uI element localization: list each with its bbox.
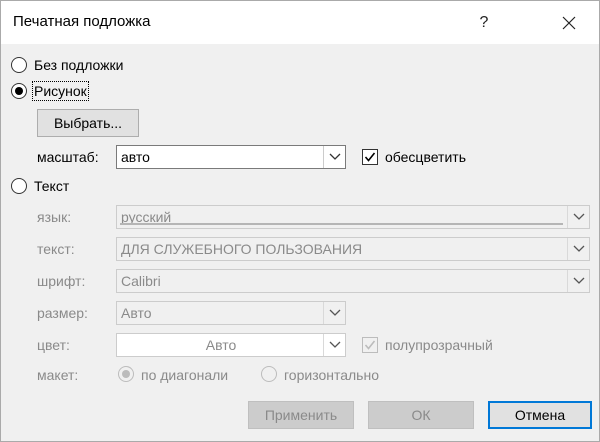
diagonal-layout-label[interactable]: по диагонали [141,367,228,383]
dialog-title: Печатная подложка [13,13,151,30]
size-value: Авто [121,305,152,321]
text-value: ДЛЯ СЛУЖЕБНОГО ПОЛЬЗОВАНИЯ [121,241,363,257]
language-combobox[interactable]: русский [116,205,590,229]
ok-button[interactable]: ОК [368,401,474,429]
select-picture-button[interactable]: Выбрать... [37,109,139,137]
layout-label: макет: [37,367,79,383]
font-combobox[interactable]: Calibri [116,269,590,293]
no-watermark-label[interactable]: Без подложки [34,57,123,73]
washout-checkbox[interactable] [362,149,378,165]
chevron-down-icon[interactable] [567,270,589,292]
text-label: текст: [37,241,75,257]
help-icon[interactable]: ? [461,1,507,44]
chevron-down-icon[interactable] [323,302,345,324]
chevron-down-icon[interactable] [567,238,589,260]
horizontal-layout-label[interactable]: горизонтально [284,367,379,383]
text-watermark-label[interactable]: Текст [34,178,69,194]
size-label: размер: [37,305,88,321]
title-bar: Печатная подложка ? [1,1,599,44]
color-value: Авто [205,337,237,353]
size-combobox[interactable]: Авто [116,301,346,325]
text-watermark-radio[interactable] [11,178,27,194]
language-label: язык: [37,209,72,225]
apply-button[interactable]: Применить [248,401,354,429]
semitransparent-checkbox[interactable] [362,337,378,353]
chevron-down-icon[interactable] [323,334,345,356]
horizontal-layout-radio[interactable] [261,366,277,382]
font-value: Calibri [121,273,161,289]
close-icon[interactable] [546,1,592,44]
chevron-down-icon[interactable] [567,206,589,228]
scale-label: масштаб: [37,149,99,165]
scale-value: авто [121,149,150,165]
language-edit-underline [120,223,563,225]
picture-watermark-radio[interactable] [11,83,27,99]
color-combobox[interactable]: Авто [116,333,346,357]
semitransparent-label[interactable]: полупрозрачный [385,337,493,353]
diagonal-layout-radio[interactable] [118,366,134,382]
cancel-button[interactable]: Отмена [488,401,592,429]
washout-label[interactable]: обесцветить [385,149,466,165]
picture-watermark-label[interactable]: Рисунок [32,81,89,101]
text-combobox[interactable]: ДЛЯ СЛУЖЕБНОГО ПОЛЬЗОВАНИЯ [116,237,590,261]
watermark-dialog: Печатная подложка ? Без подложки Рисунок… [0,0,600,442]
check-icon [364,152,376,162]
check-icon [364,340,376,350]
scale-combobox[interactable]: авто [116,145,346,169]
font-label: шрифт: [37,273,86,289]
chevron-down-icon[interactable] [323,146,345,168]
no-watermark-radio[interactable] [11,57,27,73]
color-label: цвет: [37,337,70,353]
